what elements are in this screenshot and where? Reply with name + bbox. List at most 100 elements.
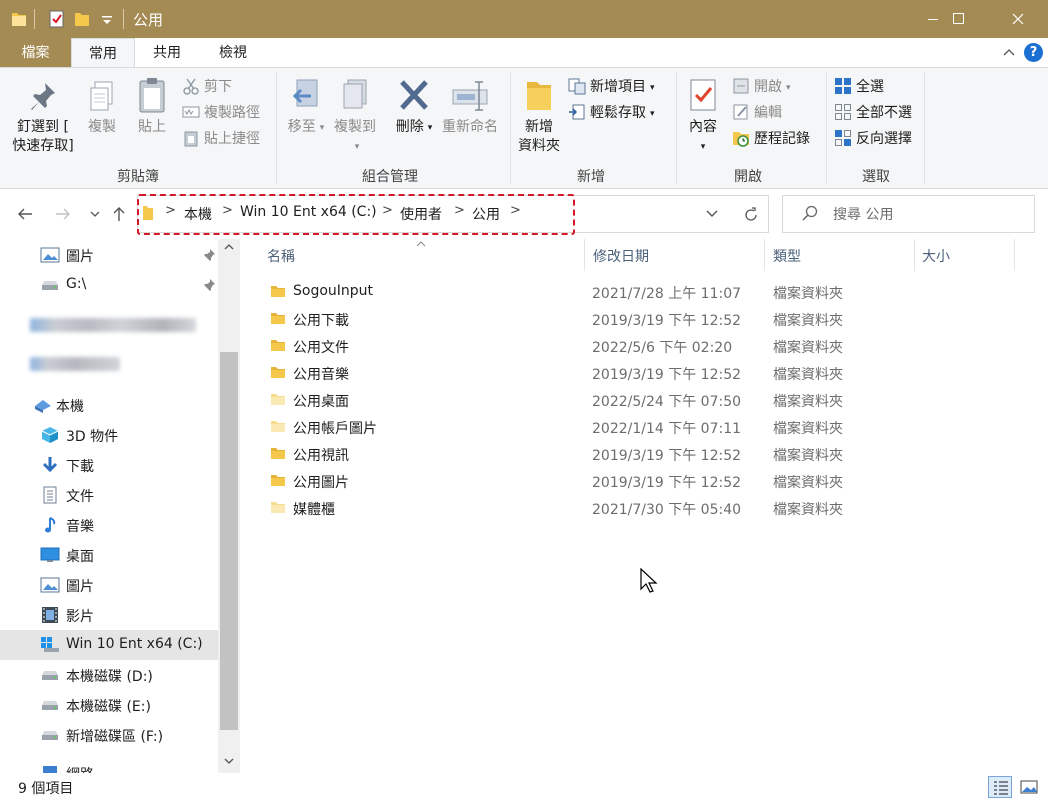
- move-to-label: 移至: [287, 119, 316, 135]
- details-view-button[interactable]: [988, 776, 1012, 798]
- maximize-button[interactable]: [953, 0, 1002, 38]
- nav-scrollbar-thumb[interactable]: [220, 352, 238, 730]
- copy-button[interactable]: 複製: [82, 80, 122, 137]
- paste-button[interactable]: 貼上: [132, 76, 172, 137]
- rename-button[interactable]: 重新命名: [438, 78, 502, 137]
- new-item-button[interactable]: 新增項目 ▾: [568, 76, 655, 98]
- back-arrow-icon[interactable]: [16, 205, 34, 223]
- column-header-type[interactable]: 類型: [773, 246, 801, 266]
- help-button[interactable]: ?: [1024, 43, 1043, 62]
- tab-file[interactable]: 檔案: [0, 38, 71, 68]
- nav-item-label: 下載: [66, 459, 94, 475]
- table-row[interactable]: 公用音樂 2019/3/19 下午 12:52 檔案資料夾: [262, 360, 882, 387]
- column-divider[interactable]: [914, 239, 915, 271]
- properties-button[interactable]: 內容 ▾: [682, 78, 724, 157]
- chevron-up-icon[interactable]: [1000, 44, 1018, 62]
- nav-item-drive-d[interactable]: 本機磁碟 (D:): [0, 660, 218, 690]
- refresh-button[interactable]: [733, 195, 769, 233]
- invert-selection-label: 反向選擇: [856, 131, 912, 147]
- close-button[interactable]: [1002, 0, 1048, 38]
- scroll-down-chevron-icon[interactable]: [222, 756, 236, 766]
- table-row[interactable]: 公用文件 2022/5/6 下午 02:20 檔案資料夾: [262, 333, 882, 360]
- select-all-button[interactable]: 全選: [834, 76, 884, 98]
- recent-locations-chevron-icon[interactable]: [86, 205, 104, 223]
- nav-item-3d-objects[interactable]: 3D 物件: [0, 420, 218, 450]
- nav-item-network[interactable]: 網路: [0, 758, 218, 773]
- mouse-pointer-icon: [640, 568, 658, 593]
- edit-button[interactable]: 編輯: [732, 102, 782, 124]
- pin-label: 釘選到 [: [17, 119, 69, 135]
- select-none-icon: [835, 104, 851, 120]
- nav-item-pictures[interactable]: 圖片: [0, 570, 218, 600]
- pin-icon[interactable]: [202, 248, 216, 262]
- cut-button[interactable]: 剪下: [182, 76, 232, 98]
- properties-check-icon: [690, 79, 716, 111]
- nav-item-videos[interactable]: 影片: [0, 600, 218, 630]
- file-modified: 2019/3/19 下午 12:52: [592, 367, 742, 383]
- nav-item-label: 本機磁碟 (D:): [66, 669, 153, 685]
- invert-selection-button[interactable]: 反向選擇: [834, 128, 912, 150]
- tab-share[interactable]: 共用: [135, 38, 199, 68]
- search-input[interactable]: [782, 195, 1035, 233]
- new-folder-quick-icon[interactable]: [73, 9, 91, 29]
- nav-item-documents[interactable]: 文件: [0, 480, 218, 510]
- windows-drive-icon: [41, 637, 59, 652]
- item-count: 9 個項目: [18, 781, 74, 797]
- column-header-name[interactable]: 名稱: [267, 246, 295, 266]
- minimize-button[interactable]: [910, 0, 956, 38]
- table-row[interactable]: 公用圖片 2019/3/19 下午 12:52 檔案資料夾: [262, 468, 882, 495]
- nav-item-quick-pictures[interactable]: 圖片: [0, 240, 218, 270]
- column-header-modified[interactable]: 修改日期: [593, 246, 649, 266]
- paste-shortcut-label: 貼上捷徑: [204, 131, 260, 147]
- large-icons-view-button[interactable]: [1016, 776, 1040, 798]
- table-row[interactable]: 公用視訊 2019/3/19 下午 12:52 檔案資料夾: [262, 441, 882, 468]
- drive-icon: [42, 731, 58, 740]
- address-dropdown-chevron-icon[interactable]: [703, 207, 721, 221]
- new-folder-icon: [527, 82, 551, 110]
- table-row[interactable]: SogouInput 2021/7/28 上午 11:07 檔案資料夾: [262, 279, 882, 306]
- nav-item-desktop[interactable]: 桌面: [0, 540, 218, 570]
- table-row[interactable]: 公用帳戶圖片 2022/1/14 下午 07:11 檔案資料夾: [262, 414, 882, 441]
- pin-to-quick-access-button[interactable]: 釘選到 [ 快速存取]: [8, 80, 78, 156]
- nav-item-drive-c[interactable]: Win 10 Ent x64 (C:): [0, 630, 218, 660]
- scroll-up-chevron-icon[interactable]: [222, 242, 236, 252]
- pin-icon[interactable]: [202, 278, 216, 292]
- paste-shortcut-icon: [184, 131, 198, 147]
- nav-item-this-pc[interactable]: 本機: [0, 390, 218, 420]
- tab-home[interactable]: 常用: [71, 38, 135, 68]
- group-divider: [826, 72, 827, 184]
- open-button[interactable]: 開啟 ▾: [732, 76, 791, 98]
- column-header-size[interactable]: 大小: [922, 246, 950, 266]
- address-highlight-annotation: [137, 194, 575, 235]
- select-none-button[interactable]: 全部不選: [834, 102, 912, 124]
- column-divider[interactable]: [1014, 239, 1015, 271]
- column-divider[interactable]: [764, 239, 765, 271]
- table-row[interactable]: 公用下載 2019/3/19 下午 12:52 檔案資料夾: [262, 306, 882, 333]
- nav-item-drive-e[interactable]: 本機磁碟 (E:): [0, 690, 218, 720]
- column-divider[interactable]: [584, 239, 585, 271]
- copy-path-button[interactable]: 複製路徑: [182, 102, 260, 124]
- history-button[interactable]: 歷程記錄: [732, 128, 810, 150]
- customize-quick-access-icon[interactable]: [98, 9, 116, 29]
- nav-item-drive-f[interactable]: 新增磁碟區 (F:): [0, 720, 218, 750]
- pictures-icon: [40, 247, 60, 263]
- delete-button[interactable]: 刪除 ▾: [394, 78, 434, 138]
- move-to-button[interactable]: 移至 ▾: [286, 78, 326, 138]
- blurred-nav-item[interactable]: [30, 357, 120, 371]
- easy-access-button[interactable]: 輕鬆存取 ▾: [568, 102, 655, 124]
- table-row[interactable]: 公用桌面 2022/5/24 下午 07:50 檔案資料夾: [262, 387, 882, 414]
- nav-item-quick-g-drive[interactable]: G:\: [0, 270, 218, 300]
- blurred-nav-item[interactable]: [30, 318, 196, 332]
- file-name: 公用視訊: [293, 448, 349, 464]
- up-arrow-icon[interactable]: [110, 205, 128, 223]
- paste-shortcut-button[interactable]: 貼上捷徑: [182, 128, 260, 150]
- tab-view[interactable]: 檢視: [199, 38, 267, 68]
- file-type: 檔案資料夾: [773, 475, 843, 491]
- forward-arrow-icon[interactable]: [54, 205, 72, 223]
- properties-quick-icon[interactable]: [48, 9, 66, 29]
- nav-item-downloads[interactable]: 下載: [0, 450, 218, 480]
- new-folder-button[interactable]: 新增 資料夾: [514, 78, 564, 156]
- copy-to-button[interactable]: 複製到▾: [330, 78, 380, 157]
- table-row[interactable]: 媒體櫃 2021/7/30 下午 05:40 檔案資料夾: [262, 495, 882, 522]
- nav-item-music[interactable]: 音樂: [0, 510, 218, 540]
